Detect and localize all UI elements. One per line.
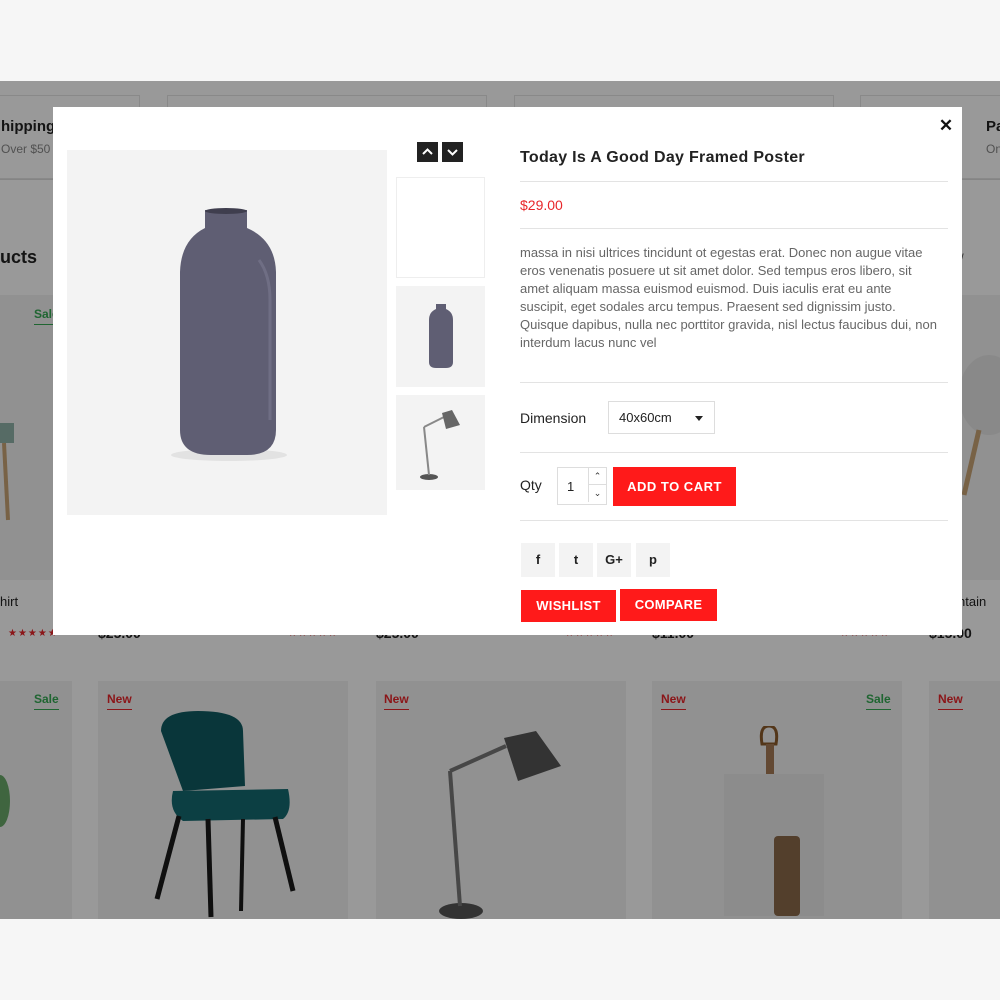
lamp-thumb-image	[420, 410, 460, 480]
google-plus-icon[interactable]: G+	[597, 543, 631, 577]
decrement-button[interactable]: ⌄	[588, 485, 606, 502]
product-main-image	[67, 150, 387, 515]
close-icon[interactable]: ✕	[938, 117, 954, 135]
store-page: hipping Over $50 Pa On ucts w Sale	[0, 81, 1000, 919]
product-title: Today Is A Good Day Framed Poster	[520, 149, 805, 166]
divider	[520, 382, 948, 383]
compare-button[interactable]: COMPARE	[620, 589, 717, 621]
pinterest-icon[interactable]: p	[636, 543, 670, 577]
twitter-icon[interactable]: t	[559, 543, 593, 577]
divider	[520, 181, 948, 182]
quantity-input[interactable]	[559, 469, 586, 503]
thumbnail-lamp[interactable]	[396, 395, 485, 490]
chevron-down-icon	[447, 149, 458, 156]
product-description: massa in nisi ultrices tincidunt ot eges…	[520, 245, 937, 350]
page-background: hipping Over $50 Pa On ucts w Sale	[0, 0, 1000, 1000]
thumbnail-blank[interactable]	[396, 177, 485, 278]
dimension-select[interactable]: 40x60cm	[608, 401, 715, 434]
product-price: $29.00	[520, 197, 563, 213]
dimension-value: 40x60cm	[619, 410, 672, 425]
chevron-up-icon: ⌃	[593, 471, 602, 481]
quick-view-modal: ✕ Today Is A Good Day Framed Poster $29.…	[53, 107, 962, 635]
chevron-up-icon	[422, 148, 433, 155]
thumb-up-button[interactable]	[417, 142, 438, 162]
chevron-down-icon: ⌄	[593, 488, 602, 498]
thumbnail-vase[interactable]	[396, 286, 485, 387]
thumb-down-button[interactable]	[442, 142, 463, 162]
vase-image	[171, 208, 287, 461]
divider	[520, 452, 948, 453]
dimension-label: Dimension	[520, 410, 587, 426]
divider	[520, 228, 948, 229]
vase-thumb-image	[429, 304, 453, 368]
increment-button[interactable]: ⌃	[588, 468, 606, 485]
wishlist-button[interactable]: WISHLIST	[521, 590, 616, 622]
divider	[520, 520, 948, 521]
quantity-stepper: ⌃ ⌄	[557, 467, 607, 505]
add-to-cart-button[interactable]: ADD TO CART	[613, 467, 736, 506]
facebook-icon[interactable]: f	[521, 543, 555, 577]
qty-label: Qty	[520, 477, 542, 493]
caret-down-icon	[695, 416, 703, 421]
